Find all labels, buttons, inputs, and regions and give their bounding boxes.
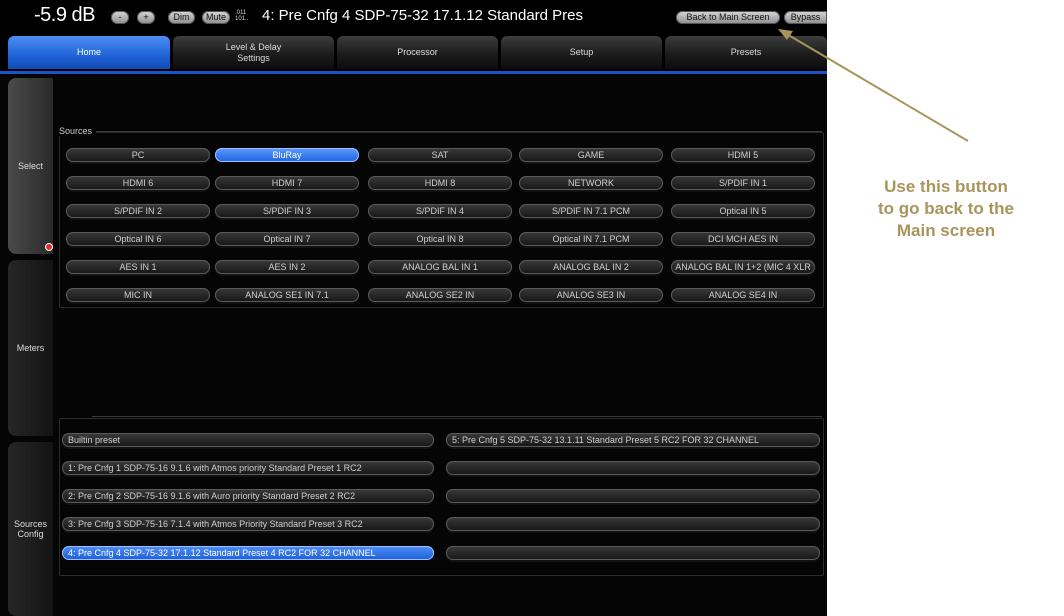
- annotation-line-3: Main screen: [896, 221, 996, 240]
- annotation-line-1: Use this button: [884, 177, 1008, 196]
- annotation-arrow: [778, 29, 969, 142]
- annotation-line-2: to go back to the: [878, 199, 1014, 218]
- annotation-callout: Use this button to go back to the Main s…: [828, 176, 1064, 242]
